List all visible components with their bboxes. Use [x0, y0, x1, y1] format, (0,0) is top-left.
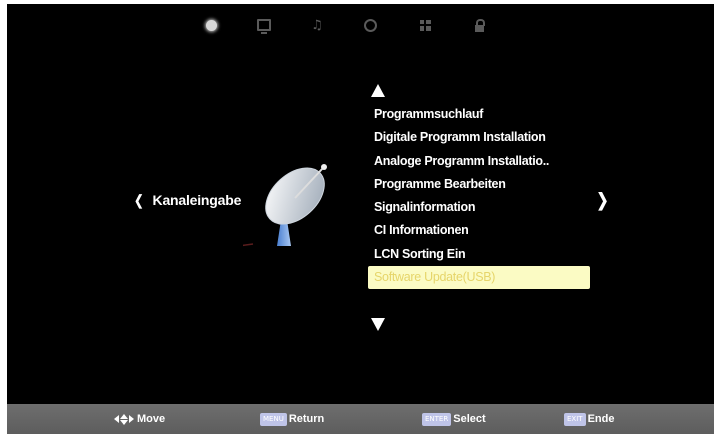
- hint-exit: EXIT Ende: [564, 411, 614, 427]
- bottom-hint-bar: Move MENU Return ENTER Select EXIT Ende: [7, 404, 714, 434]
- menu-item[interactable]: Digitale Programm Installation: [368, 126, 590, 149]
- menu-item[interactable]: Signalinformation: [368, 196, 590, 219]
- hint-return-label: Return: [288, 413, 325, 425]
- hint-move-label: Move: [137, 413, 166, 425]
- menu-item[interactable]: Analoge Programm Installatio..: [368, 150, 590, 173]
- menu-item-selected[interactable]: Software Update(USB): [368, 266, 590, 290]
- menu-item[interactable]: LCN Sorting Ein: [368, 243, 590, 266]
- time-icon[interactable]: [361, 16, 379, 34]
- category-title[interactable]: ❮ Kanaleingabe: [133, 192, 241, 209]
- scroll-down-icon[interactable]: [371, 318, 385, 331]
- enter-key-badge: ENTER: [422, 412, 452, 426]
- menu-item[interactable]: CI Informationen: [368, 219, 590, 242]
- category-label: Kanaleingabe: [152, 192, 242, 208]
- scroll-up-icon[interactable]: [371, 84, 385, 97]
- chevron-left-icon: ❮: [134, 192, 144, 208]
- menu-item[interactable]: Programme Bearbeiten: [368, 173, 590, 196]
- satellite-dish-icon: [243, 164, 327, 247]
- lock-icon[interactable]: [470, 16, 488, 34]
- setup-icon[interactable]: [416, 16, 434, 34]
- hint-move: Move: [114, 411, 165, 427]
- tv-screen: ♫ ❮ Kanaleingabe Programmsuchlauf Digital…: [7, 4, 714, 434]
- chevron-right-icon[interactable]: ❯: [597, 190, 609, 211]
- hint-exit-label: Ende: [587, 413, 615, 425]
- menu-item[interactable]: Programmsuchlauf: [368, 103, 590, 126]
- move-arrows-icon: [114, 413, 134, 425]
- exit-key-badge: EXIT: [564, 412, 586, 426]
- hint-select: ENTER Select: [422, 411, 486, 427]
- menu-list: Programmsuchlauf Digitale Programm Insta…: [368, 103, 590, 290]
- channel-icon[interactable]: [202, 16, 220, 34]
- hint-select-label: Select: [453, 413, 486, 425]
- sound-icon[interactable]: ♫: [308, 16, 326, 34]
- menu-key-badge: MENU: [260, 412, 287, 426]
- hint-return: MENU Return: [260, 411, 324, 427]
- picture-icon[interactable]: [255, 16, 273, 34]
- top-icon-bar: ♫: [7, 16, 714, 36]
